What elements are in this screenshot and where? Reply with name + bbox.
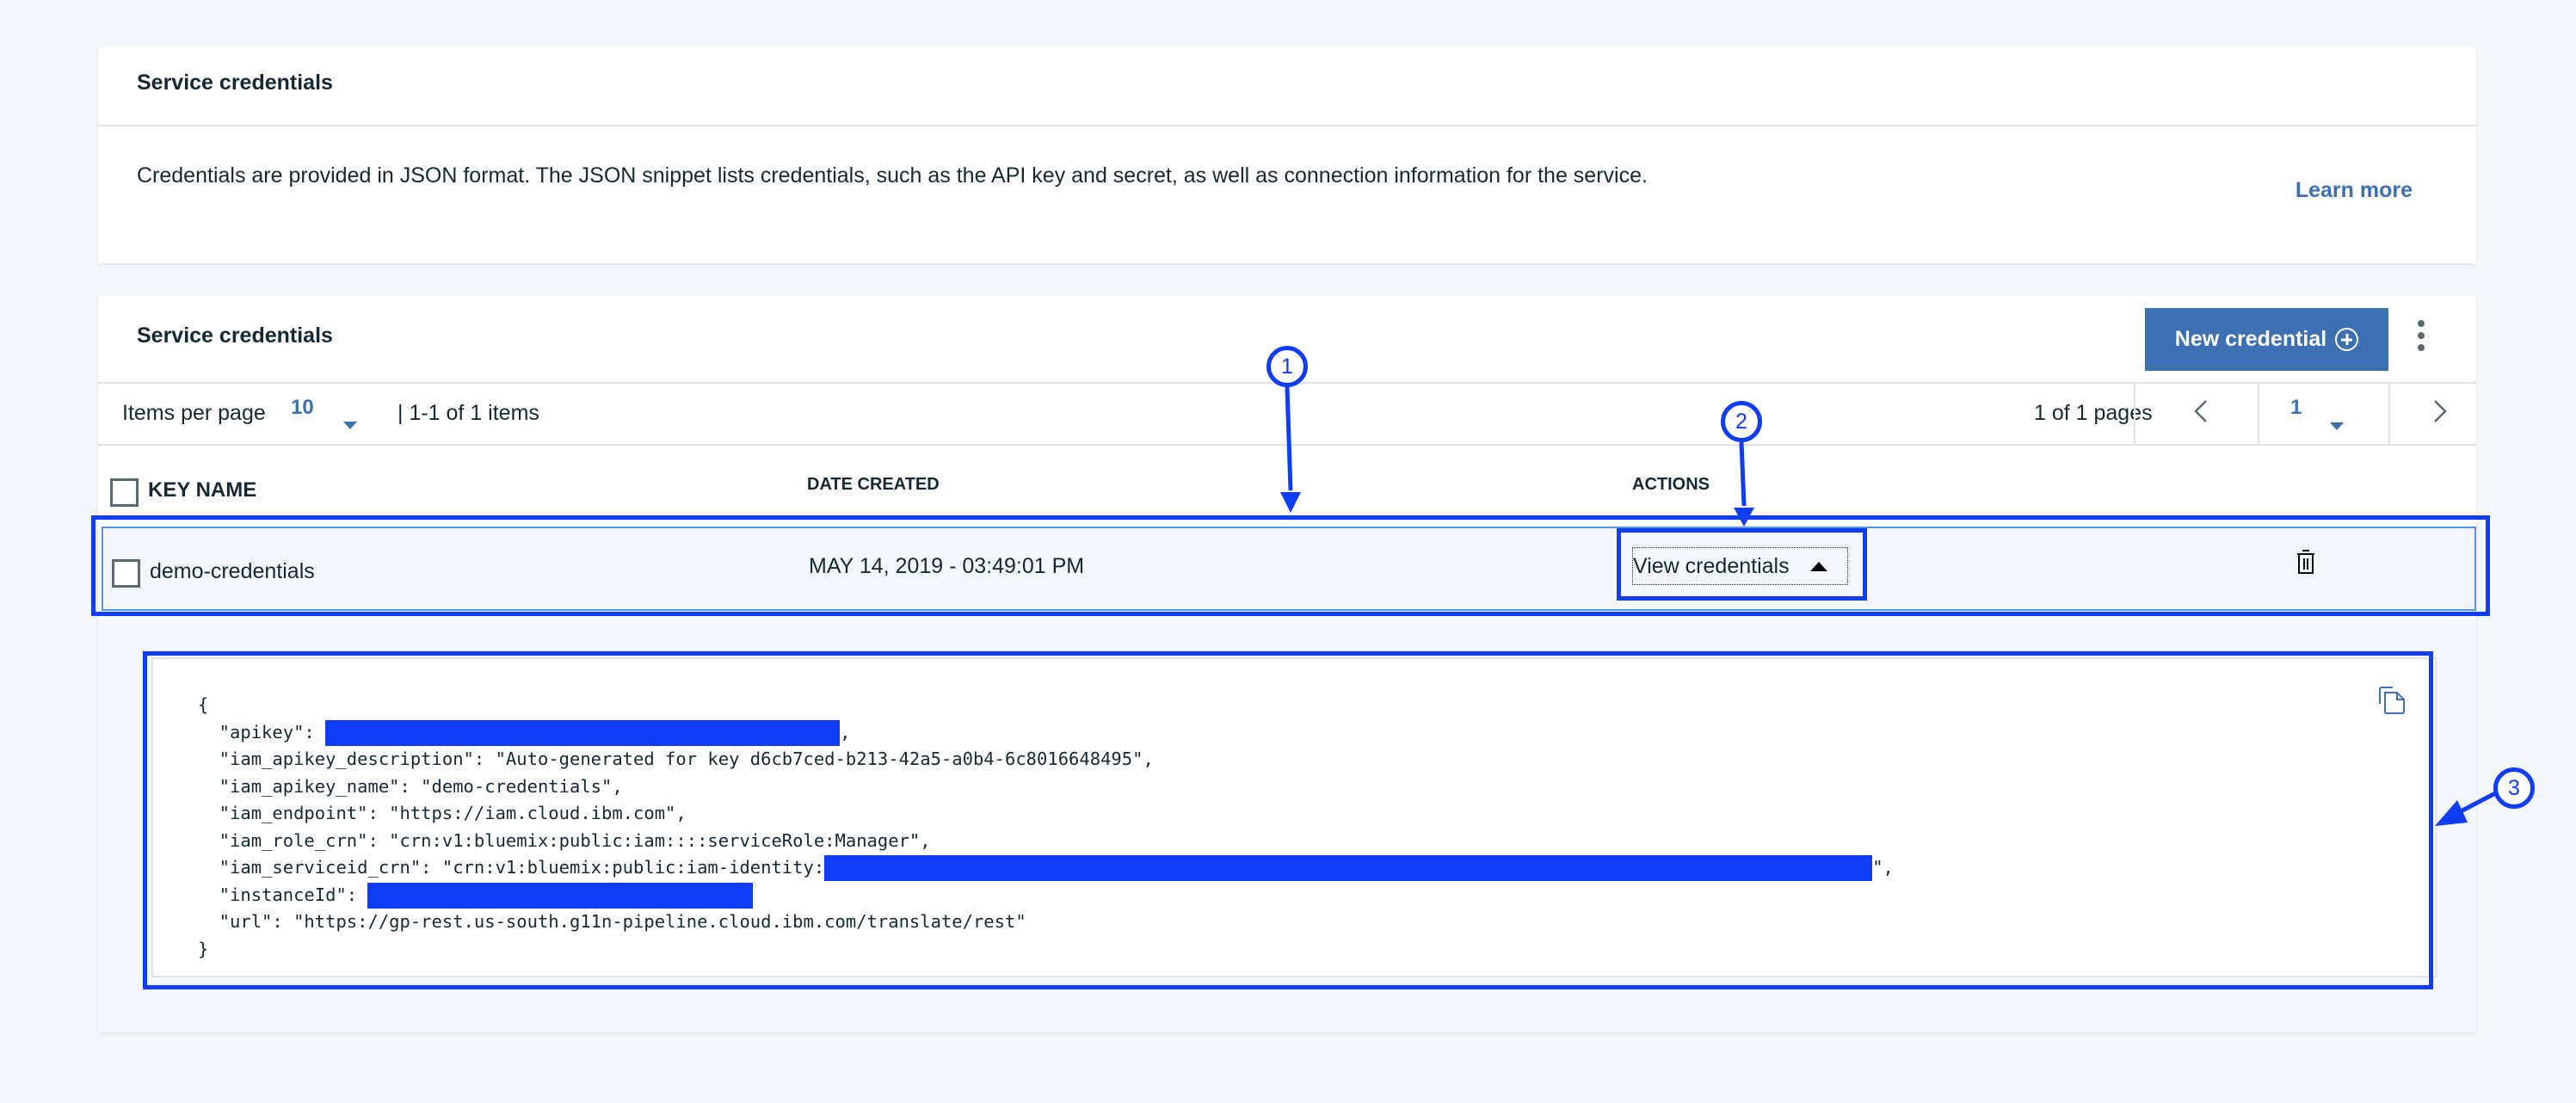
json-line: "iam_apikey_name": "demo-credentials", <box>198 775 623 797</box>
view-credentials-label: View credentials <box>1633 553 1790 578</box>
chevron-down-icon[interactable] <box>343 422 357 429</box>
json-line: "url": "https://gp-rest.us-south.g11n-pi… <box>198 911 1026 932</box>
items-per-page-label: Items per page <box>122 401 266 425</box>
next-page-button[interactable] <box>2426 394 2452 428</box>
redacted-value <box>367 882 754 909</box>
annotation-marker-1: 1 <box>1266 346 1308 387</box>
chevron-down-icon[interactable] <box>2330 422 2344 430</box>
select-all-checkbox[interactable] <box>110 478 139 507</box>
json-line: "iam_role_crn": "crn:v1:bluemix:public:i… <box>198 829 931 851</box>
page-select[interactable]: 1 <box>2290 396 2302 420</box>
copy-button[interactable] <box>2376 685 2407 716</box>
view-credentials-button[interactable]: View credentials <box>1632 547 1848 585</box>
info-card-title: Service credentials <box>137 71 333 95</box>
row-checkbox[interactable] <box>112 559 140 588</box>
column-header-key-name[interactable]: KEY NAME <box>148 478 256 502</box>
json-open-brace: { <box>198 694 209 715</box>
redacted-value <box>325 719 841 746</box>
info-description: Credentials are provided in JSON format.… <box>137 163 1648 188</box>
json-line: "apikey": , <box>198 719 1894 747</box>
new-credential-button[interactable]: New credential <box>2145 308 2388 371</box>
items-per-page-select[interactable]: 10 <box>291 396 314 420</box>
cell-date-created: MAY 14, 2019 - 03:49:01 PM <box>809 554 1085 578</box>
divider <box>98 125 2476 126</box>
column-header-actions: ACTIONS <box>1632 475 1710 494</box>
json-line: "iam_serviceid_crn": "crn:v1:bluemix:pub… <box>198 854 1894 882</box>
items-range-text: | 1-1 of 1 items <box>397 401 539 425</box>
new-credential-label: New credential <box>2174 327 2327 351</box>
json-line: "iam_endpoint": "https://iam.cloud.ibm.c… <box>198 803 687 823</box>
credentials-json: { "apikey": , "iam_apikey_description": … <box>198 692 1894 963</box>
redacted-value <box>824 855 1873 881</box>
credentials-json-panel: { "apikey": , "iam_apikey_description": … <box>151 657 2437 977</box>
caret-up-icon <box>1809 561 1827 571</box>
cell-key-name: demo-credentials <box>150 559 315 583</box>
json-line: "iam_apikey_description": "Auto-generate… <box>198 749 1154 769</box>
delete-button[interactable] <box>2296 549 2316 576</box>
previous-page-button[interactable] <box>2189 394 2215 428</box>
json-line: "instanceId": <box>198 882 1894 909</box>
annotation-marker-3: 3 <box>2493 767 2535 809</box>
info-card: Service credentials Credentials are prov… <box>98 46 2476 263</box>
json-close-brace: } <box>198 938 209 959</box>
divider <box>2258 384 2259 444</box>
credentials-table-card: Service credentials New credential Items… <box>98 296 2476 1032</box>
annotation-marker-2: 2 <box>1721 401 1762 442</box>
chevron-right-icon <box>2434 400 2447 422</box>
pagination-bar: Items per page 10 | 1-1 of 1 items 1 of … <box>98 382 2476 446</box>
add-circle-icon <box>2335 328 2359 351</box>
chevron-left-icon <box>2194 400 2207 422</box>
learn-more-link[interactable]: Learn more <box>2296 178 2413 203</box>
table-row[interactable]: demo-credentials MAY 14, 2019 - 03:49:01… <box>102 527 2476 611</box>
overflow-menu-icon[interactable] <box>2413 320 2430 358</box>
copy-icon <box>2379 687 2405 714</box>
column-header-date-created[interactable]: DATE CREATED <box>807 475 940 495</box>
divider <box>2134 384 2135 444</box>
trash-icon <box>2297 550 2314 574</box>
divider <box>2388 384 2390 444</box>
table-title: Service credentials <box>137 324 333 348</box>
